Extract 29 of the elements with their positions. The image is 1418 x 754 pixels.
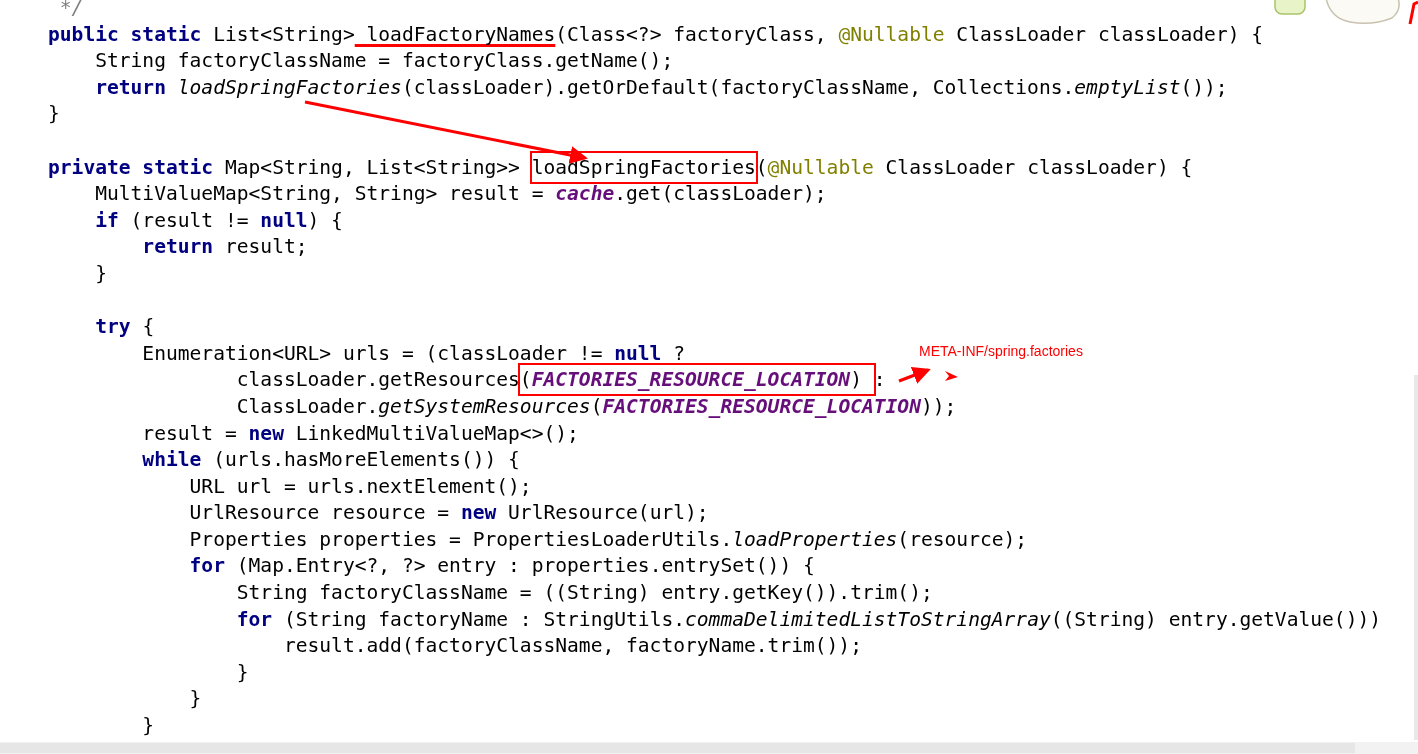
code-line: try {	[94, 314, 155, 341]
code-line: for (String factoryName : StringUtils.commaDelimitedListToStringArray((String) entry.getValue()))	[235, 606, 1382, 633]
code-line: public static List<String> loadFactoryNames(Class<?> factoryClass, @Nullable ClassLoader classLoader) {	[48, 21, 1264, 48]
code-line: private static Map<String, List<String>> loadSpringFactories(@Nullable ClassLoader classLoader) {	[48, 154, 1193, 182]
code-line: result = new LinkedMultiValueMap<>();	[141, 420, 579, 447]
code-line: URL url = urls.nextElement();	[188, 473, 532, 500]
code-line: String factoryClassName = factoryClass.getName();	[94, 48, 674, 75]
code-line: result.add(factoryClassName, factoryName.trim());	[282, 633, 862, 660]
code-line: */	[58, 0, 84, 21]
code-line: ClassLoader.getSystemResources(FACTORIES_RESOURCE_LOCATION));	[235, 393, 957, 420]
code-line: while (urls.hasMoreElements()) {	[141, 447, 520, 474]
arrow	[898, 366, 931, 384]
code-line: Enumeration<URL> urls = (classLoader != null ?	[141, 340, 685, 367]
code-line: MultiValueMap<String, String> result = cache.get(classLoader);	[94, 181, 827, 208]
code-line: }	[48, 101, 60, 128]
code-line: }	[188, 686, 202, 713]
code-line: if (result != null) {	[94, 207, 343, 234]
code-line: }	[141, 713, 155, 740]
code-line: Properties properties = PropertiesLoaderUtils.loadProperties(resource);	[188, 526, 1028, 553]
code-line: UrlResource resource = new UrlResource(url);	[188, 500, 709, 527]
code-line: String factoryClassName = ((String) entry.getKey()).trim();	[235, 580, 933, 607]
annotation-note: META-INF/spring.factories	[919, 343, 1083, 359]
code-line: }	[235, 659, 249, 686]
code-line: for (Map.Entry<?, ?> entry : properties.entrySet()) {	[188, 553, 815, 580]
horizontal-scrollbar[interactable]	[0, 742, 1418, 754]
code-line: return loadSpringFactories(classLoader).getOrDefault(factoryClassName, Collections.emptyList());	[94, 74, 1228, 101]
code-line: }	[94, 260, 107, 287]
arrowhead-mark	[945, 371, 958, 381]
code-line: return result;	[141, 234, 308, 261]
